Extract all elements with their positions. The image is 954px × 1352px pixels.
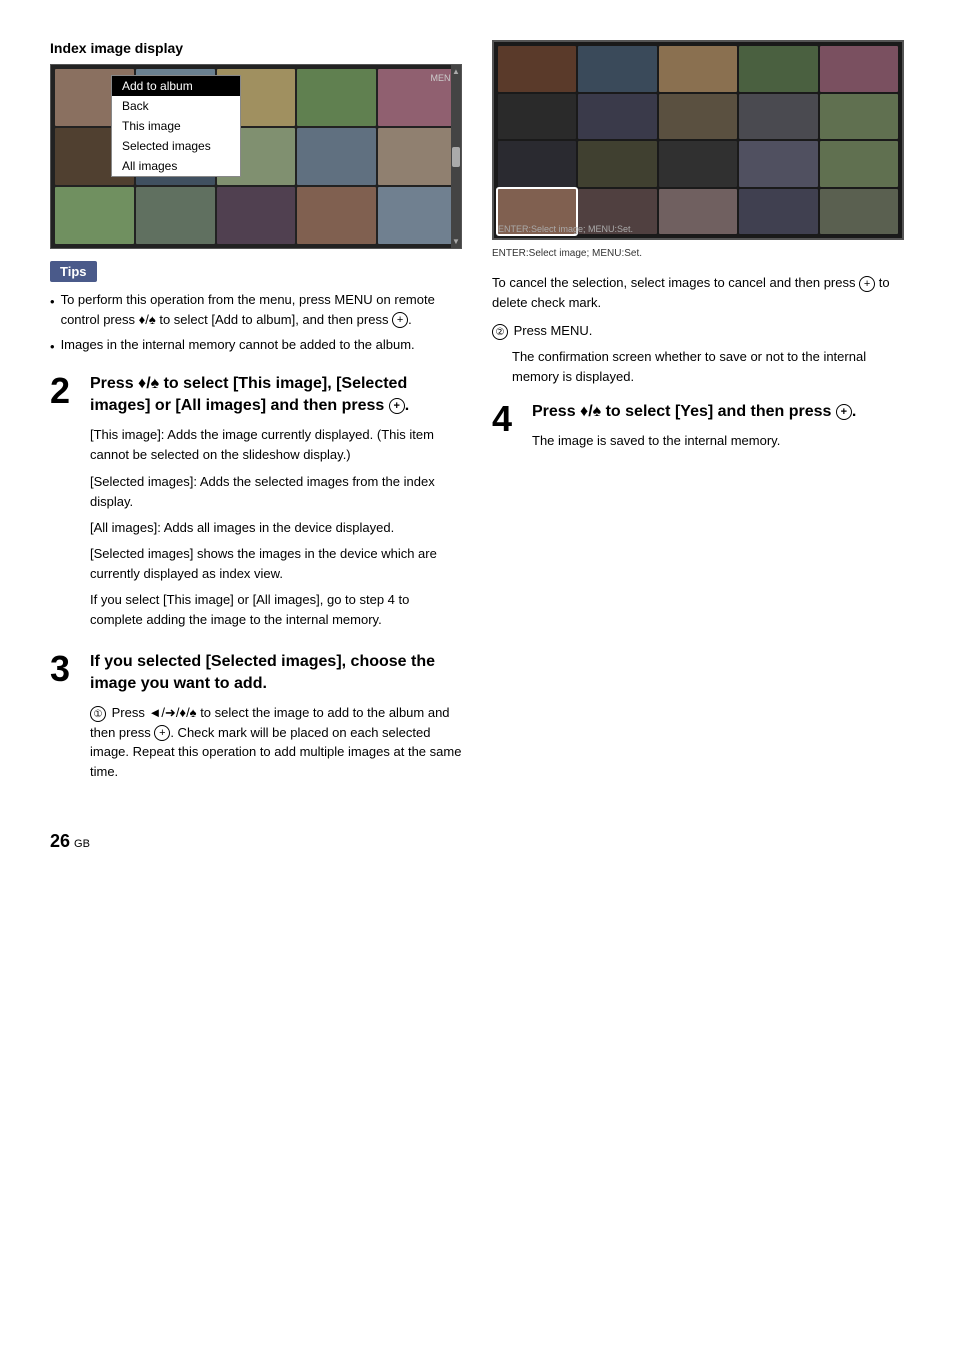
right-thumbnail — [820, 94, 898, 140]
step-2-title: Press ♦/♠ to select [This image], [Selec… — [90, 373, 462, 418]
enter-btn-cancel: + — [859, 276, 875, 292]
dropdown-item-selected-images[interactable]: Selected images — [112, 136, 240, 156]
thumbnail — [136, 187, 215, 244]
step-2-content: Press ♦/♠ to select [This image], [Selec… — [90, 373, 462, 637]
right-thumbnail — [739, 46, 817, 92]
right-thumbnail — [578, 46, 656, 92]
right-thumbnail — [498, 46, 576, 92]
sub-step-2-icon: ② — [492, 324, 508, 340]
dropdown-menu[interactable]: Add to album Back This image Selected im… — [111, 75, 241, 177]
right-thumbnail — [739, 189, 817, 235]
dropdown-item-back[interactable]: Back — [112, 96, 240, 116]
dropdown-item-add-to-album[interactable]: Add to album — [112, 76, 240, 96]
right-column: ENTER:Select image; MENU:Set. ENTER:Sele… — [492, 40, 904, 801]
thumbnail — [297, 187, 376, 244]
tip-1: • To perform this operation from the men… — [50, 290, 462, 329]
step-4-p1: The image is saved to the internal memor… — [532, 431, 904, 451]
right-thumbnail — [659, 94, 737, 140]
section-title: Index image display — [50, 40, 462, 56]
dropdown-item-all-images[interactable]: All images — [112, 156, 240, 176]
scroll-up-arrow[interactable]: ▲ — [452, 67, 460, 76]
step-2-p5: If you select [This image] or [All image… — [90, 590, 462, 630]
step-4-body: The image is saved to the internal memor… — [532, 431, 904, 451]
thumbnail — [297, 128, 376, 185]
tip-1-text: To perform this operation from the menu,… — [61, 290, 462, 329]
tip-2: • Images in the internal memory cannot b… — [50, 335, 462, 357]
step-2-p4: [Selected images] shows the images in th… — [90, 544, 462, 584]
bullet-icon: • — [50, 292, 55, 312]
tips-label: Tips — [50, 261, 97, 282]
bullet-icon-2: • — [50, 337, 55, 357]
step-3-body: ① Press ◄/➜/♦/♠ to select the image to a… — [90, 703, 462, 781]
step-2-p2: [Selected images]: Adds the selected ima… — [90, 472, 462, 512]
dropdown-item-this-image[interactable]: This image — [112, 116, 240, 136]
thumbnail — [55, 187, 134, 244]
step-4-number: 4 — [492, 401, 522, 437]
right-thumbnail — [578, 94, 656, 140]
left-column: Index image display — [50, 40, 462, 801]
right-thumbnail — [820, 46, 898, 92]
enter-button-icon: + — [392, 312, 408, 328]
step-4-content: Press ♦/♠ to select [Yes] and then press… — [532, 401, 904, 458]
right-image-display: ENTER:Select image; MENU:Set. — [492, 40, 904, 240]
thumbnail — [217, 187, 296, 244]
right-thumbnail — [659, 189, 737, 235]
step-4-title: Press ♦/♠ to select [Yes] and then press… — [532, 401, 904, 423]
right-thumbnail — [659, 46, 737, 92]
page-locale: GB — [74, 838, 90, 850]
tip-2-text: Images in the internal memory cannot be … — [61, 335, 415, 355]
enter-label: ENTER:Select image; MENU:Set. — [498, 224, 633, 234]
right-thumbnail — [498, 94, 576, 140]
right-thumb-grid — [494, 42, 902, 238]
step-3-title: If you selected [Selected images], choos… — [90, 651, 462, 696]
right-thumbnail — [820, 141, 898, 187]
scroll-thumb[interactable] — [452, 147, 460, 167]
step-3-number: 3 — [50, 651, 80, 687]
scroll-bar[interactable]: ▲ ▼ — [451, 65, 461, 248]
right-thumbnail — [739, 141, 817, 187]
scroll-down-arrow[interactable]: ▼ — [452, 237, 460, 246]
right-thumbnail — [578, 141, 656, 187]
right-thumbnail — [739, 94, 817, 140]
menu-press-body: The confirmation screen whether to save … — [512, 347, 904, 387]
step-2: 2 Press ♦/♠ to select [This image], [Sel… — [50, 373, 462, 637]
step-3: 3 If you selected [Selected images], cho… — [50, 651, 462, 788]
step-3-content: If you selected [Selected images], choos… — [90, 651, 462, 788]
right-image-caption: ENTER:Select image; MENU:Set. — [492, 246, 904, 261]
right-thumbnail — [498, 141, 576, 187]
thumbnail — [378, 128, 457, 185]
enter-btn-sub1: + — [154, 725, 170, 741]
cancel-instruction: To cancel the selection, select images t… — [492, 273, 904, 313]
step-2-number: 2 — [50, 373, 80, 409]
right-thumbnail — [659, 141, 737, 187]
step-3-sub1: ① Press ◄/➜/♦/♠ to select the image to a… — [90, 703, 462, 781]
page-footer: 26 GB — [50, 831, 904, 852]
tips-section: Tips • To perform this operation from th… — [50, 261, 462, 357]
thumbnail — [297, 69, 376, 126]
right-thumbnail — [820, 189, 898, 235]
index-image-display: Add to album Back This image Selected im… — [50, 64, 462, 249]
page-number: 26 — [50, 831, 70, 852]
right-steps: To cancel the selection, select images t… — [492, 273, 904, 458]
step-3-sub2: ② Press MENU. — [492, 321, 904, 341]
sub-step-1-icon: ① — [90, 706, 106, 722]
enter-btn-icon-s2: + — [389, 398, 405, 414]
step-4: 4 Press ♦/♠ to select [Yes] and then pre… — [492, 401, 904, 458]
enter-btn-s4: + — [836, 404, 852, 420]
step-2-p3: [All images]: Adds all images in the dev… — [90, 518, 462, 538]
thumbnail — [378, 187, 457, 244]
step-2-body: [This image]: Adds the image currently d… — [90, 425, 462, 630]
step-2-p1: [This image]: Adds the image currently d… — [90, 425, 462, 465]
